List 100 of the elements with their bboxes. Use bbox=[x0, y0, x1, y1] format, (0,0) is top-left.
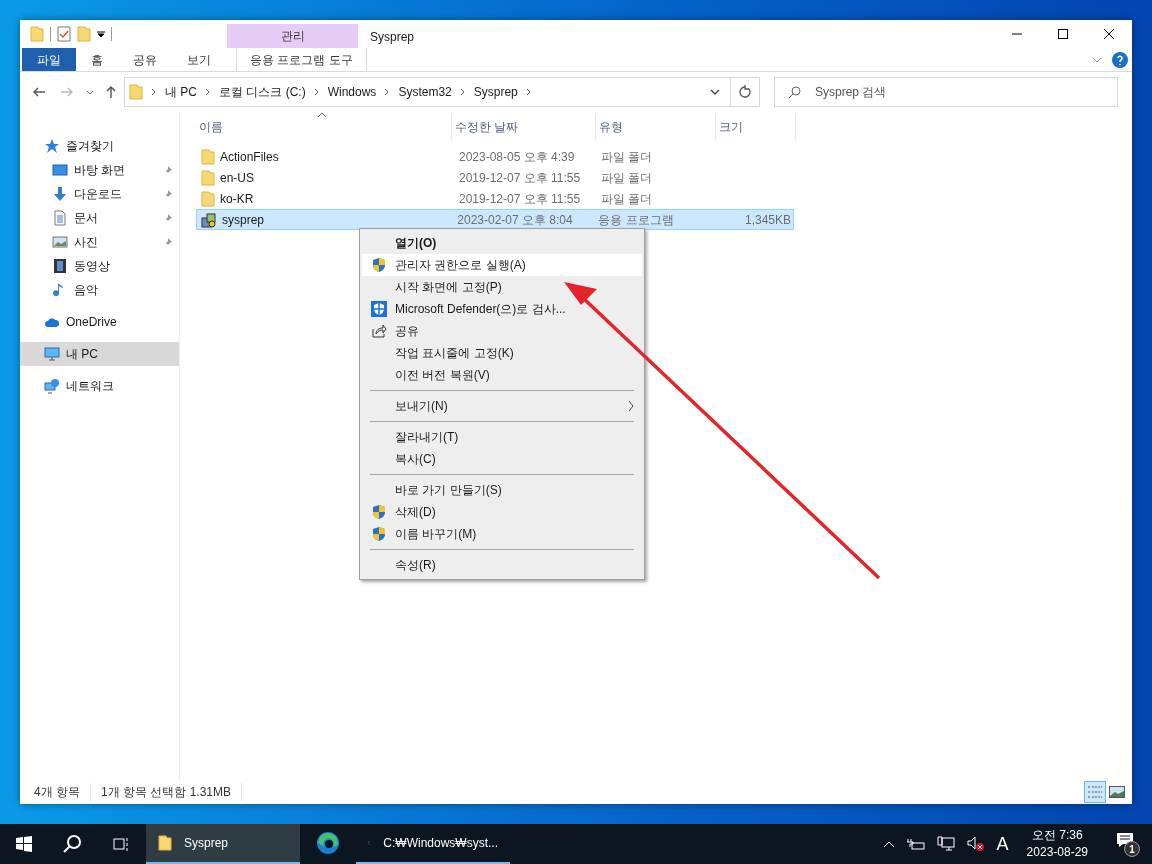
down-arrow-icon bbox=[52, 186, 68, 202]
input-language-indicator[interactable]: A bbox=[996, 830, 1009, 858]
chevron-down-icon[interactable] bbox=[710, 87, 720, 97]
file-name: sysprep bbox=[222, 211, 265, 229]
menu-item[interactable]: 시작 화면에 고정(P) bbox=[362, 276, 642, 298]
menu-item[interactable]: 보내기(N) bbox=[362, 395, 642, 417]
task-view-icon bbox=[113, 836, 129, 852]
ribbon-tab[interactable]: 파일 bbox=[22, 48, 76, 71]
star-icon bbox=[44, 138, 60, 154]
file-row[interactable]: ko-KR 2019-12-07 오후 11:55 파일 폴더 bbox=[196, 188, 794, 209]
modified-date: 2023-08-05 오후 4:39 bbox=[458, 148, 576, 166]
file-row[interactable]: ActionFiles 2023-08-05 오후 4:39 파일 폴더 bbox=[196, 146, 794, 167]
modified-date: 2023-02-07 오후 8:04 bbox=[456, 211, 574, 229]
nav-item[interactable]: 다운로드 bbox=[20, 182, 179, 206]
menu-item[interactable]: 열기(O) bbox=[362, 232, 642, 254]
breadcrumb[interactable]: System32 bbox=[398, 83, 452, 101]
search-icon bbox=[62, 834, 82, 854]
column-header[interactable]: 유형 bbox=[596, 114, 716, 140]
file-name: ActionFiles bbox=[220, 148, 279, 166]
file-name: en-US bbox=[220, 169, 254, 187]
taskbar-app[interactable]: Sysprep bbox=[146, 824, 300, 864]
breadcrumb[interactable]: Sysprep bbox=[473, 83, 518, 101]
network-monitor-icon[interactable] bbox=[936, 836, 955, 852]
folder-icon bbox=[77, 26, 91, 42]
chevron-down-icon[interactable] bbox=[86, 88, 94, 96]
nav-item[interactable]: 문서 bbox=[20, 206, 179, 230]
dropdown-caret-icon[interactable] bbox=[97, 30, 105, 38]
nav-item[interactable]: 내 PC bbox=[20, 342, 179, 366]
checklist-icon[interactable] bbox=[57, 26, 71, 42]
column-header[interactable]: 이름 bbox=[196, 114, 452, 140]
menu-item[interactable]: 속성(R) bbox=[362, 554, 642, 576]
picture-icon bbox=[1109, 786, 1125, 798]
picture-icon bbox=[52, 234, 68, 250]
context-tab-group-header: 관리 bbox=[227, 24, 358, 48]
nav-item[interactable]: OneDrive bbox=[20, 310, 179, 334]
menu-item[interactable]: 삭제(D) bbox=[362, 501, 642, 523]
file-row[interactable]: sysprep 2023-02-07 오후 8:04 응용 프로그램 1,345KB bbox=[196, 209, 794, 230]
column-header[interactable]: 수정한 날짜 bbox=[452, 114, 596, 140]
help-icon[interactable] bbox=[1112, 51, 1128, 68]
menu-item[interactable]: 잘라내기(T) bbox=[362, 426, 642, 448]
file-row[interactable]: en-US 2019-12-07 오후 11:55 파일 폴더 bbox=[196, 167, 794, 188]
defender-shield-icon bbox=[370, 301, 387, 317]
shield-icon bbox=[370, 257, 387, 273]
file-type: 파일 폴더 bbox=[600, 148, 654, 166]
chevron-right-icon[interactable] bbox=[459, 88, 466, 96]
nav-item[interactable]: 바탕 화면 bbox=[20, 158, 179, 182]
ribbon-tab[interactable]: 홈 bbox=[76, 48, 118, 71]
status-text: 4개 항목 bbox=[34, 783, 91, 801]
folder-icon bbox=[201, 190, 215, 207]
search-icon bbox=[788, 85, 802, 99]
menu-item[interactable]: 공유 bbox=[362, 320, 642, 342]
menu-item[interactable]: 이전 버전 복원(V) bbox=[362, 364, 642, 386]
share-icon bbox=[370, 323, 387, 339]
maximize-icon bbox=[1058, 29, 1068, 39]
chevron-right-icon[interactable] bbox=[313, 88, 320, 96]
file-type: 파일 폴더 bbox=[600, 169, 654, 187]
chevron-right-icon[interactable] bbox=[525, 88, 532, 96]
file-name: ko-KR bbox=[220, 190, 254, 208]
search-field[interactable]: Sysprep 검색 bbox=[774, 77, 1118, 107]
back-arrow-icon[interactable] bbox=[32, 85, 46, 99]
menu-item[interactable]: 바로 가기 만들기(S) bbox=[362, 479, 642, 501]
battery-plug-icon[interactable] bbox=[906, 837, 925, 851]
breadcrumb[interactable]: 로컬 디스크 (C:) bbox=[219, 83, 306, 101]
ribbon-tab[interactable]: 보기 bbox=[172, 48, 226, 71]
menu-item[interactable]: 복사(C) bbox=[362, 448, 642, 470]
clock[interactable]: 오전 7:36 2023-08-29 bbox=[1020, 827, 1094, 861]
nav-item[interactable]: 사진 bbox=[20, 230, 179, 254]
nav-item[interactable]: 음악 bbox=[20, 278, 179, 302]
file-size: 1,345KB bbox=[743, 211, 792, 229]
nav-item[interactable]: 즐겨찾기 bbox=[20, 134, 179, 158]
breadcrumb[interactable]: Windows bbox=[327, 83, 377, 101]
ribbon-tab[interactable]: 공유 bbox=[118, 48, 172, 71]
ribbon-tab[interactable]: 응용 프로그램 도구 bbox=[236, 48, 367, 71]
refresh-icon[interactable] bbox=[738, 85, 752, 99]
folder-icon bbox=[201, 148, 215, 165]
shield-icon bbox=[370, 526, 387, 542]
chevron-up-icon[interactable] bbox=[882, 840, 895, 848]
speaker-muted-icon[interactable] bbox=[966, 836, 985, 852]
chevron-right-icon[interactable] bbox=[384, 88, 391, 96]
chevron-right-icon[interactable] bbox=[205, 88, 211, 96]
nav-item[interactable]: 네트워크 bbox=[20, 374, 179, 398]
menu-item[interactable]: 관리자 권한으로 실행(A) bbox=[362, 254, 642, 276]
address-bar[interactable]: 내 PC 로컬 디스크 (C:) Windows System32 Sysprep bbox=[124, 77, 760, 107]
chevron-right-icon[interactable] bbox=[151, 88, 157, 96]
menu-item[interactable]: Microsoft Defender(으)로 검사... bbox=[362, 298, 642, 320]
document-icon bbox=[52, 210, 68, 226]
taskbar-app[interactable]: C:₩Windows₩syst... bbox=[356, 824, 510, 864]
nav-item[interactable]: 동영상 bbox=[20, 254, 179, 278]
folder-icon bbox=[201, 169, 215, 186]
window-title: Sysprep bbox=[369, 29, 416, 46]
menu-item[interactable]: 작업 표시줄에 고정(K) bbox=[362, 342, 642, 364]
status-text: 1개 항목 선택함 1.31MB bbox=[91, 783, 243, 801]
column-header[interactable]: 크기 bbox=[716, 114, 796, 140]
film-icon bbox=[52, 258, 68, 274]
up-arrow-icon[interactable] bbox=[104, 85, 118, 99]
folder-icon bbox=[158, 833, 172, 853]
application-icon bbox=[201, 211, 217, 228]
breadcrumb[interactable]: 내 PC bbox=[165, 83, 197, 101]
menu-item[interactable]: 이름 바꾸기(M) bbox=[362, 523, 642, 545]
monitor-icon bbox=[44, 346, 60, 362]
